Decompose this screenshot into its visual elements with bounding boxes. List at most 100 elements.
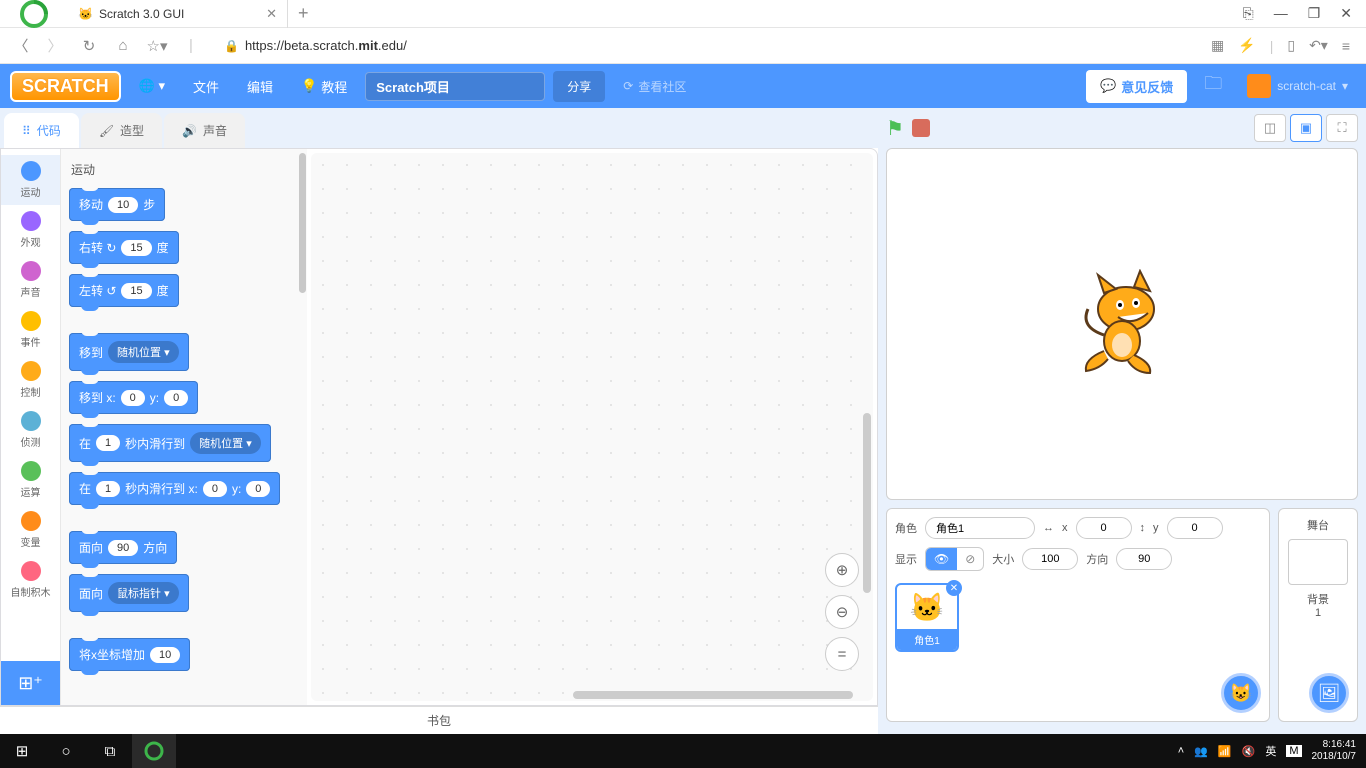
- task-view-button[interactable]: ⧉: [88, 734, 132, 768]
- flash-icon[interactable]: ⚡: [1238, 37, 1255, 54]
- language-menu[interactable]: 🌐 ▾: [129, 72, 175, 100]
- block-change-x[interactable]: 将x坐标增加10: [69, 638, 190, 671]
- stage-selector[interactable]: 舞台 背景 1 🖼: [1278, 508, 1358, 722]
- window-restore-icon[interactable]: ⎘: [1243, 5, 1254, 22]
- zoom-in-button[interactable]: ⊕: [825, 553, 859, 587]
- block-point-direction[interactable]: 面向90方向: [69, 531, 177, 564]
- block-palette[interactable]: 运动 移动10步 右转 ↻15度 左转 ↺15度 移到随机位置 ▾ 移到 x:0…: [61, 149, 307, 705]
- file-menu[interactable]: 文件: [183, 71, 229, 102]
- refresh-button[interactable]: ↻: [78, 37, 100, 55]
- stage-small-button[interactable]: ◫: [1254, 114, 1286, 142]
- block-glide-xy[interactable]: 在1秒内滑行到 x:0y:0: [69, 472, 280, 505]
- tab-code[interactable]: ⠿代码: [4, 113, 79, 148]
- sprite-tile-label: 角色1: [897, 629, 957, 650]
- category-外观[interactable]: 外观: [1, 205, 60, 255]
- sprite-y-input[interactable]: [1167, 517, 1223, 539]
- see-community-link[interactable]: ⟳查看社区: [613, 78, 696, 95]
- menu-icon[interactable]: ≡: [1342, 38, 1350, 54]
- tab-favicon: 🐱: [78, 7, 93, 21]
- stage-full-button[interactable]: ⛶: [1326, 114, 1358, 142]
- tray-volume-icon[interactable]: 🔇: [1242, 745, 1256, 758]
- account-menu[interactable]: scratch-cat▾: [1239, 74, 1356, 98]
- stage-large-button[interactable]: ▣: [1290, 114, 1322, 142]
- block-point-towards[interactable]: 面向鼠标指针 ▾: [69, 574, 189, 612]
- new-tab-button[interactable]: +: [288, 3, 319, 24]
- category-声音[interactable]: 声音: [1, 255, 60, 305]
- sprite-direction-input[interactable]: [1116, 548, 1172, 570]
- stage-canvas[interactable]: [886, 148, 1358, 500]
- sprite-x-input[interactable]: [1076, 517, 1132, 539]
- block-move-steps[interactable]: 移动10步: [69, 188, 165, 221]
- editor-body: 运动外观声音事件控制侦测运算变量自制积木 ⊞⁺ 运动 移动10步 右转 ↻15度 …: [0, 148, 878, 706]
- editor-pane: ⠿代码 🖌造型 🔊声音 运动外观声音事件控制侦测运算变量自制积木 ⊞⁺ 运动 移动…: [0, 108, 878, 734]
- sprite-tile[interactable]: ✕ 🐱 角色1: [895, 583, 959, 652]
- block-turn-right[interactable]: 右转 ↻15度: [69, 231, 179, 264]
- show-button[interactable]: 👁: [926, 548, 957, 570]
- zoom-out-button[interactable]: ⊖: [825, 595, 859, 629]
- scripts-workspace[interactable]: ⊕ ⊖ =: [311, 153, 873, 701]
- sprite-name-input[interactable]: [925, 517, 1035, 539]
- undo-icon[interactable]: ↶▾: [1309, 37, 1328, 54]
- home-button[interactable]: ⌂: [112, 37, 134, 54]
- favorite-button[interactable]: ☆▾: [146, 37, 168, 55]
- tray-ime[interactable]: 英: [1265, 743, 1276, 759]
- tray-chevron-icon[interactable]: ˄: [1178, 745, 1184, 757]
- category-侦测[interactable]: 侦测: [1, 405, 60, 455]
- stage-header: ⚑ ◫ ▣ ⛶: [878, 108, 1366, 148]
- add-sprite-button[interactable]: 😺: [1221, 673, 1261, 713]
- add-extension-button[interactable]: ⊞⁺: [1, 661, 60, 705]
- taskbar-clock[interactable]: 8:16:412018/10/7: [1312, 739, 1357, 763]
- cortana-button[interactable]: ○: [44, 734, 88, 768]
- block-goto[interactable]: 移到随机位置 ▾: [69, 333, 189, 371]
- category-事件[interactable]: 事件: [1, 305, 60, 355]
- feedback-button[interactable]: 💬意见反馈: [1086, 70, 1187, 103]
- browser-tab[interactable]: 🐱 Scratch 3.0 GUI ✕: [68, 0, 288, 28]
- share-button[interactable]: 分享: [553, 71, 605, 102]
- tab-sounds[interactable]: 🔊声音: [164, 113, 245, 148]
- forward-button[interactable]: 〉: [44, 35, 66, 56]
- project-title-input[interactable]: [365, 72, 545, 101]
- windows-taskbar: ⊞ ○ ⧉ ˄ 👥 📶 🔇 英 M 8:16:412018/10/7: [0, 734, 1366, 768]
- green-flag-button[interactable]: ⚑: [886, 116, 904, 141]
- category-dot-icon: [21, 161, 41, 181]
- taskbar-app[interactable]: [132, 734, 176, 768]
- category-自制积木[interactable]: 自制积木: [1, 555, 60, 605]
- hide-button[interactable]: ⊘: [957, 548, 983, 570]
- window-maximize-icon[interactable]: ❐: [1308, 5, 1321, 22]
- category-dot-icon: [21, 411, 41, 431]
- tray-ime2[interactable]: M: [1286, 745, 1301, 757]
- scrollbar[interactable]: [863, 413, 871, 593]
- backpack-header[interactable]: 书包: [0, 706, 878, 734]
- scrollbar[interactable]: [573, 691, 853, 699]
- start-button[interactable]: ⊞: [0, 734, 44, 768]
- block-turn-left[interactable]: 左转 ↺15度: [69, 274, 179, 307]
- block-goto-xy[interactable]: 移到 x:0y:0: [69, 381, 198, 414]
- stop-button[interactable]: [912, 119, 930, 137]
- qr-icon[interactable]: ▦: [1211, 37, 1224, 54]
- sprite-size-input[interactable]: [1022, 548, 1078, 570]
- scratch-logo[interactable]: SCRATCH: [10, 71, 121, 102]
- scrollbar[interactable]: [299, 153, 306, 293]
- category-运算[interactable]: 运算: [1, 455, 60, 505]
- mystuff-button[interactable]: 🗀: [1195, 68, 1231, 104]
- tutorials-button[interactable]: 💡教程: [291, 71, 357, 102]
- edit-menu[interactable]: 编辑: [237, 71, 283, 102]
- address-bar[interactable]: 🔒 https://beta.scratch.mit.edu/: [214, 38, 1199, 53]
- category-控制[interactable]: 控制: [1, 355, 60, 405]
- window-minimize-icon[interactable]: —: [1274, 5, 1288, 22]
- category-运动[interactable]: 运动: [1, 155, 60, 205]
- visibility-toggle: 👁 ⊘: [925, 547, 984, 571]
- delete-sprite-button[interactable]: ✕: [946, 580, 962, 596]
- tray-people-icon[interactable]: 👥: [1194, 745, 1208, 758]
- tab-costumes[interactable]: 🖌造型: [81, 113, 162, 148]
- zoom-reset-button[interactable]: =: [825, 637, 859, 671]
- reader-icon[interactable]: ▯: [1287, 37, 1295, 54]
- back-button[interactable]: 〈: [10, 35, 32, 56]
- category-变量[interactable]: 变量: [1, 505, 60, 555]
- tab-title: Scratch 3.0 GUI: [99, 7, 184, 21]
- add-backdrop-button[interactable]: 🖼: [1309, 673, 1349, 713]
- tray-wifi-icon[interactable]: 📶: [1218, 745, 1232, 758]
- close-icon[interactable]: ✕: [266, 6, 277, 22]
- block-glide-to[interactable]: 在1秒内滑行到随机位置 ▾: [69, 424, 271, 462]
- window-close-icon[interactable]: ✕: [1340, 5, 1352, 22]
